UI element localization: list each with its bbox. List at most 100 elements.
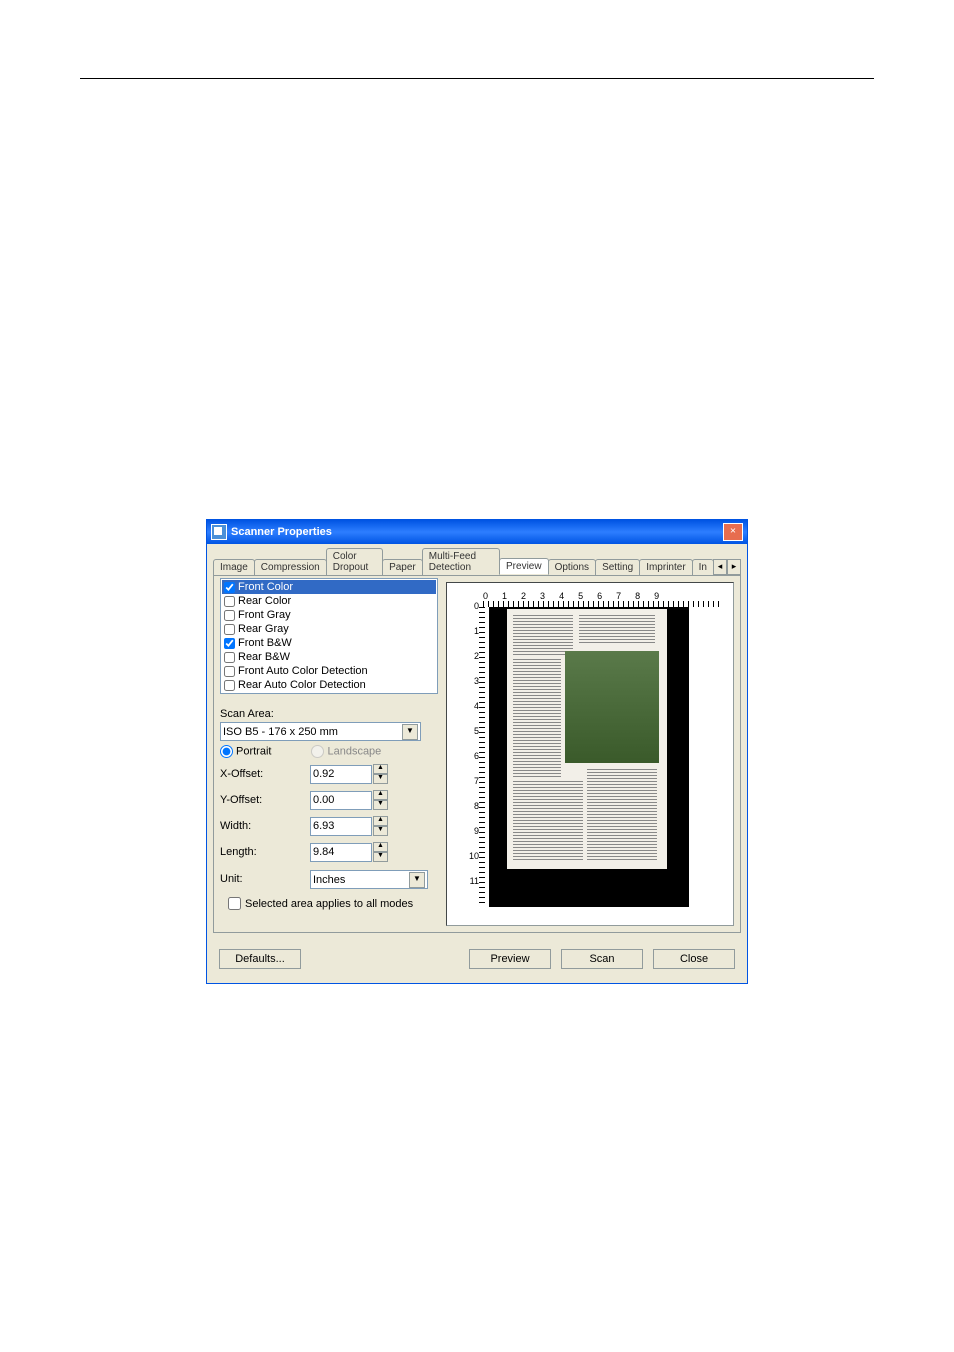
spin-down-icon[interactable]: ▼ bbox=[373, 826, 388, 836]
length-label: Length: bbox=[220, 846, 310, 858]
list-item-front-gray[interactable]: Front Gray bbox=[222, 608, 436, 622]
scan-area-select[interactable]: ISO B5 - 176 x 250 mm ▼ bbox=[220, 722, 421, 741]
checkbox-rear-bw[interactable] bbox=[224, 652, 235, 663]
xoffset-input[interactable] bbox=[310, 765, 372, 784]
checkbox-rear-gray[interactable] bbox=[224, 624, 235, 635]
tab-scroll-left-icon[interactable]: ◂ bbox=[713, 559, 727, 575]
apply-all-row: Selected area applies to all modes bbox=[220, 897, 438, 910]
width-label: Width: bbox=[220, 820, 310, 832]
preview-button[interactable]: Preview bbox=[469, 949, 551, 969]
checkbox-front-color[interactable] bbox=[224, 582, 235, 593]
spin-up-icon[interactable]: ▲ bbox=[373, 790, 388, 800]
checkbox-apply-all[interactable] bbox=[228, 897, 241, 910]
length-input[interactable] bbox=[310, 843, 372, 862]
tab-scroll-right-icon[interactable]: ▸ bbox=[727, 559, 741, 575]
tab-preview[interactable]: Preview bbox=[499, 558, 549, 575]
list-item-front-color[interactable]: Front Color bbox=[222, 580, 436, 594]
yoffset-spinner[interactable]: ▲▼ bbox=[373, 790, 388, 810]
width-spinner[interactable]: ▲▼ bbox=[373, 816, 388, 836]
spin-down-icon[interactable]: ▼ bbox=[373, 800, 388, 810]
spin-down-icon[interactable]: ▼ bbox=[373, 852, 388, 862]
length-row: Length: ▲▼ bbox=[220, 842, 438, 862]
list-item-front-auto[interactable]: Front Auto Color Detection bbox=[222, 664, 436, 678]
close-icon[interactable]: × bbox=[723, 523, 743, 541]
preview-text bbox=[513, 781, 583, 861]
preview-text bbox=[579, 615, 655, 645]
tab-image[interactable]: Image bbox=[213, 559, 255, 575]
defaults-button[interactable]: Defaults... bbox=[219, 949, 301, 969]
spin-up-icon[interactable]: ▲ bbox=[373, 842, 388, 852]
app-icon bbox=[211, 524, 227, 540]
close-button[interactable]: Close bbox=[653, 949, 735, 969]
tab-multifeed[interactable]: Multi-Feed Detection bbox=[422, 548, 500, 575]
xoffset-row: X-Offset: ▲▼ bbox=[220, 764, 438, 784]
spin-up-icon[interactable]: ▲ bbox=[373, 816, 388, 826]
chevron-down-icon[interactable]: ▼ bbox=[402, 724, 418, 740]
label-front-gray: Front Gray bbox=[238, 608, 291, 622]
radio-portrait[interactable]: Portrait bbox=[220, 745, 271, 758]
unit-select[interactable]: Inches ▼ bbox=[310, 870, 428, 889]
tab-strip: Image Compression Color Dropout Paper Mu… bbox=[207, 544, 747, 575]
radio-landscape[interactable]: Landscape bbox=[311, 745, 381, 758]
ruler-vertical: 0 1 2 3 4 5 6 7 8 9 10 11 bbox=[465, 601, 479, 901]
label-rear-color: Rear Color bbox=[238, 594, 291, 608]
main-panel: Front Color Rear Color Front Gray Rear G… bbox=[213, 575, 741, 933]
spin-down-icon[interactable]: ▼ bbox=[373, 774, 388, 784]
list-item-rear-bw[interactable]: Rear B&W bbox=[222, 650, 436, 664]
preview-area[interactable]: 0 1 2 3 4 5 6 7 8 9 0 1 2 3 4 bbox=[446, 582, 734, 926]
scan-area-value: ISO B5 - 176 x 250 mm bbox=[223, 726, 338, 738]
label-rear-auto: Rear Auto Color Detection bbox=[238, 678, 366, 692]
tab-scroll-nav: ◂ ▸ bbox=[713, 559, 741, 575]
width-row: Width: ▲▼ bbox=[220, 816, 438, 836]
checkbox-rear-auto[interactable] bbox=[224, 680, 235, 691]
scan-area-label: Scan Area: bbox=[220, 708, 438, 720]
tab-options[interactable]: Options bbox=[548, 559, 596, 575]
yoffset-row: Y-Offset: ▲▼ bbox=[220, 790, 438, 810]
checkbox-front-auto[interactable] bbox=[224, 666, 235, 677]
yoffset-label: Y-Offset: bbox=[220, 794, 310, 806]
apply-all-label: Selected area applies to all modes bbox=[245, 898, 413, 910]
scanned-page bbox=[507, 609, 667, 869]
list-item-front-bw[interactable]: Front B&W bbox=[222, 636, 436, 650]
window-title: Scanner Properties bbox=[231, 526, 723, 538]
unit-row: Unit: Inches ▼ bbox=[220, 868, 438, 889]
label-front-color: Front Color bbox=[238, 580, 293, 594]
checkbox-front-bw[interactable] bbox=[224, 638, 235, 649]
page-header-rule bbox=[80, 0, 874, 79]
tab-overflow[interactable]: In bbox=[692, 559, 714, 575]
tab-imprinter[interactable]: Imprinter bbox=[639, 559, 692, 575]
scanner-properties-window: Scanner Properties × Image Compression C… bbox=[206, 519, 748, 984]
preview-text bbox=[587, 769, 657, 861]
label-rear-gray: Rear Gray bbox=[238, 622, 289, 636]
list-item-rear-gray[interactable]: Rear Gray bbox=[222, 622, 436, 636]
unit-label: Unit: bbox=[220, 873, 310, 885]
tab-setting[interactable]: Setting bbox=[595, 559, 640, 575]
width-input[interactable] bbox=[310, 817, 372, 836]
side-mode-list[interactable]: Front Color Rear Color Front Gray Rear G… bbox=[220, 578, 438, 694]
xoffset-spinner[interactable]: ▲▼ bbox=[373, 764, 388, 784]
checkbox-front-gray[interactable] bbox=[224, 610, 235, 621]
checkbox-rear-color[interactable] bbox=[224, 596, 235, 607]
preview-text bbox=[513, 615, 573, 657]
right-column: 0 1 2 3 4 5 6 7 8 9 0 1 2 3 4 bbox=[442, 578, 738, 930]
spin-up-icon[interactable]: ▲ bbox=[373, 764, 388, 774]
label-front-auto: Front Auto Color Detection bbox=[238, 664, 368, 678]
xoffset-label: X-Offset: bbox=[220, 768, 310, 780]
length-spinner[interactable]: ▲▼ bbox=[373, 842, 388, 862]
ruler-v-ticks bbox=[479, 607, 485, 907]
preview-photo bbox=[565, 651, 659, 763]
tab-color-dropout[interactable]: Color Dropout bbox=[326, 548, 383, 575]
tab-paper[interactable]: Paper bbox=[382, 559, 423, 575]
list-item-rear-color[interactable]: Rear Color bbox=[222, 594, 436, 608]
unit-value: Inches bbox=[313, 874, 345, 886]
label-rear-bw: Rear B&W bbox=[238, 650, 290, 664]
chevron-down-icon[interactable]: ▼ bbox=[409, 872, 425, 888]
scan-button[interactable]: Scan bbox=[561, 949, 643, 969]
yoffset-input[interactable] bbox=[310, 791, 372, 810]
tab-compression[interactable]: Compression bbox=[254, 559, 327, 575]
button-row: Defaults... Preview Scan Close bbox=[207, 939, 747, 983]
ruler-horizontal: 0 1 2 3 4 5 6 7 8 9 bbox=[483, 591, 659, 601]
label-front-bw: Front B&W bbox=[238, 636, 292, 650]
title-bar: Scanner Properties × bbox=[207, 520, 747, 544]
list-item-rear-auto[interactable]: Rear Auto Color Detection bbox=[222, 678, 436, 692]
